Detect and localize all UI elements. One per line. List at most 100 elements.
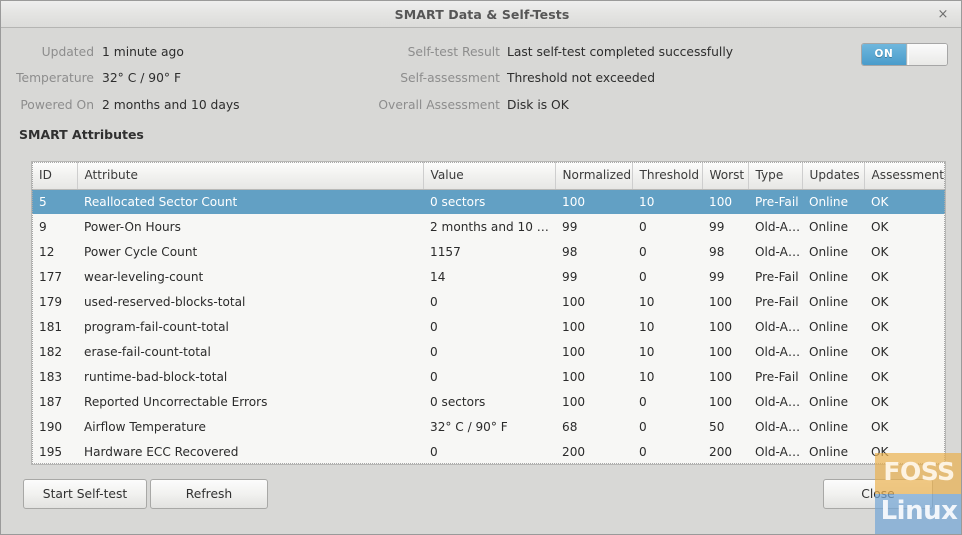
cell-worst: 98: [709, 244, 725, 259]
smart-attributes-heading: SMART Attributes: [19, 127, 144, 142]
cell-attribute: program-fail-count-total: [84, 319, 229, 334]
column-header-value[interactable]: Value: [423, 162, 556, 190]
cell-type: Old-Age: [755, 219, 802, 234]
cell-updates: Online: [809, 294, 849, 309]
column-header-id[interactable]: ID: [32, 162, 78, 190]
cell-worst: 50: [709, 419, 725, 434]
cell-value: 1157: [430, 244, 461, 259]
cell-attribute: erase-fail-count-total: [84, 344, 211, 359]
table-row[interactable]: 183 runtime-bad-block-total 0 100 10 100 Pre-F…: [32, 364, 945, 389]
table-row[interactable]: 179 used-reserved-blocks-total 0 100 10 100 Pr…: [32, 289, 945, 314]
cell-updates: Online: [809, 344, 849, 359]
table-row[interactable]: 12 Power Cycle Count 1157 98 0 98 Old-Age Onlin…: [32, 239, 945, 264]
cell-id: 183: [39, 369, 63, 384]
column-header-type[interactable]: Type: [748, 162, 803, 190]
column-header-attribute[interactable]: Attribute: [77, 162, 424, 190]
table-header-row: ID Attribute Value Normalized Threshold …: [32, 162, 945, 190]
updated-label: Updated: [41, 45, 94, 59]
cell-attribute: used-reserved-blocks-total: [84, 294, 246, 309]
cell-value: 0: [430, 369, 438, 384]
cell-id: 5: [39, 194, 47, 209]
cell-id: 181: [39, 319, 63, 334]
smart-attributes-table: ID Attribute Value Normalized Threshold …: [32, 162, 945, 464]
cell-updates: Online: [809, 194, 849, 209]
overall-assessment-value: Disk is OK: [507, 98, 569, 112]
cell-assessment: OK: [871, 419, 889, 434]
refresh-button[interactable]: Refresh: [150, 479, 268, 509]
cell-worst: 200: [709, 444, 733, 459]
cell-updates: Online: [809, 369, 849, 384]
column-header-updates[interactable]: Updates: [802, 162, 865, 190]
cell-assessment: OK: [871, 369, 889, 384]
cell-value: 0: [430, 444, 438, 459]
temperature-value: 32° C / 90° F: [102, 71, 182, 85]
cell-id: 182: [39, 344, 63, 359]
column-header-assessment[interactable]: Assessment: [864, 162, 945, 190]
cell-updates: Online: [809, 269, 849, 284]
cell-attribute: Airflow Temperature: [84, 419, 206, 434]
cell-normalized: 100: [562, 319, 586, 334]
cell-worst: 100: [709, 194, 733, 209]
cell-id: 190: [39, 419, 63, 434]
table-row[interactable]: 5 Reallocated Sector Count 0 sectors 100 10 1…: [32, 189, 945, 214]
updated-value: 1 minute ago: [102, 45, 184, 59]
column-header-worst[interactable]: Worst: [702, 162, 749, 190]
cell-type: Pre-Fail: [755, 369, 799, 384]
cell-type: Pre-Fail: [755, 194, 799, 209]
cell-normalized: 100: [562, 344, 586, 359]
cell-updates: Online: [809, 244, 849, 259]
cell-worst: 100: [709, 369, 733, 384]
table-row[interactable]: 195 Hardware ECC Recovered 0 200 0 200 Old-Age…: [32, 439, 945, 464]
cell-normalized: 98: [562, 244, 578, 259]
cell-id: 9: [39, 219, 47, 234]
column-header-normalized[interactable]: Normalized: [555, 162, 633, 190]
cell-assessment: OK: [871, 444, 889, 459]
table-row[interactable]: 9 Power-On Hours 2 months and 10 days 99 0 99…: [32, 214, 945, 239]
cell-threshold: 10: [639, 344, 655, 359]
cell-assessment: OK: [871, 219, 889, 234]
table-row[interactable]: 187 Reported Uncorrectable Errors 0 sector…: [32, 389, 945, 414]
cell-value: 14: [430, 269, 446, 284]
cell-updates: Online: [809, 219, 849, 234]
cell-normalized: 200: [562, 444, 586, 459]
cell-type: Pre-Fail: [755, 294, 799, 309]
cell-updates: Online: [809, 394, 849, 409]
cell-normalized: 100: [562, 194, 586, 209]
cell-worst: 100: [709, 319, 733, 334]
cell-normalized: 100: [562, 394, 586, 409]
cell-threshold: 0: [639, 419, 647, 434]
table-row[interactable]: 182 erase-fail-count-total 0 100 10 100 Old-Ag…: [32, 339, 945, 364]
cell-id: 12: [39, 244, 55, 259]
cell-type: Old-Age: [755, 244, 802, 259]
table-row[interactable]: 190 Airflow Temperature 32° C / 90° F 68 0 50…: [32, 414, 945, 439]
cell-id: 187: [39, 394, 63, 409]
table-body: 5 Reallocated Sector Count 0 sectors 100 10 1…: [32, 189, 945, 464]
table-row[interactable]: 177 wear-leveling-count 14 99 0 99 Pre-Fail Onl…: [32, 264, 945, 289]
cell-worst: 99: [709, 219, 725, 234]
smart-enabled-toggle[interactable]: ON: [861, 43, 948, 66]
cell-type: Old-Age: [755, 394, 802, 409]
cell-value: 0 sectors: [430, 194, 486, 209]
toggle-knob[interactable]: [908, 44, 947, 65]
cell-value: 32° C / 90° F: [430, 419, 508, 434]
column-header-threshold[interactable]: Threshold: [632, 162, 703, 190]
cell-type: Old-Age: [755, 319, 802, 334]
powered-on-value: 2 months and 10 days: [102, 98, 240, 112]
cell-value: 0: [430, 344, 438, 359]
cell-assessment: OK: [871, 394, 889, 409]
close-button[interactable]: Close: [823, 479, 933, 509]
self-assessment-value: Threshold not exceeded: [507, 71, 656, 85]
close-icon[interactable]: ×: [933, 5, 953, 24]
cell-id: 195: [39, 444, 63, 459]
cell-value: 0: [430, 319, 438, 334]
cell-threshold: 10: [639, 369, 655, 384]
table-row[interactable]: 181 program-fail-count-total 0 100 10 100 Old-…: [32, 314, 945, 339]
self-assessment-label: Self-assessment: [400, 71, 500, 85]
cell-threshold: 0: [639, 244, 647, 259]
cell-type: Old-Age: [755, 419, 802, 434]
start-self-test-button[interactable]: Start Self-test: [23, 479, 147, 509]
cell-id: 179: [39, 294, 63, 309]
cell-assessment: OK: [871, 319, 889, 334]
cell-worst: 100: [709, 394, 733, 409]
smart-attributes-table-container[interactable]: ID Attribute Value Normalized Threshold …: [31, 161, 946, 465]
